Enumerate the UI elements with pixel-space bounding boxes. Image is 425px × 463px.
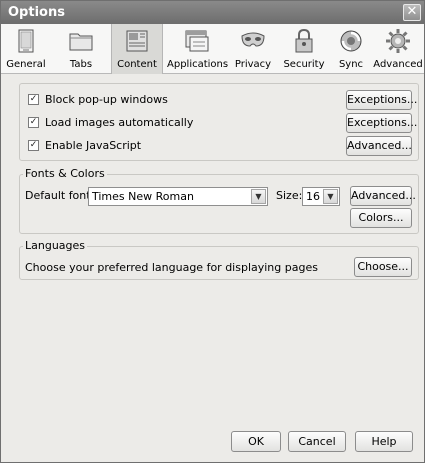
help-button[interactable]: Help	[355, 431, 413, 452]
load-images-checkbox[interactable]: ✓	[28, 117, 39, 128]
default-font-label: Default font:	[25, 189, 95, 202]
ok-button[interactable]: OK	[231, 431, 281, 452]
chevron-down-icon: ▼	[251, 189, 266, 204]
window-title: Options	[8, 5, 65, 20]
load-images-label: Load images automatically	[45, 116, 194, 129]
default-font-value: Times New Roman	[92, 190, 194, 203]
fonts-colors-caption: Fonts & Colors	[23, 167, 107, 180]
privacy-icon	[241, 32, 265, 47]
languages-caption: Languages	[23, 239, 88, 252]
languages-group: Languages Choose your preferred language…	[19, 239, 419, 280]
general-icon	[18, 29, 34, 53]
tab-sync-label: Sync	[338, 59, 364, 70]
tab-privacy[interactable]: Privacy	[231, 24, 275, 74]
font-size-value: 16	[306, 190, 320, 203]
tab-privacy-label: Privacy	[234, 59, 272, 70]
tab-advanced-label: Advanced	[373, 59, 423, 70]
languages-description: Choose your preferred language for displ…	[25, 261, 318, 274]
tab-applications[interactable]: Applications	[167, 24, 229, 74]
title-bar: Options ✕	[1, 1, 424, 24]
enable-javascript-checkbox[interactable]: ✓	[28, 140, 39, 151]
chevron-down-icon: ▼	[323, 189, 338, 204]
tab-advanced[interactable]: Advanced	[373, 24, 423, 74]
tab-content-label: Content	[117, 59, 157, 70]
content-icon	[126, 30, 148, 52]
colors-button[interactable]: Colors...	[350, 208, 412, 228]
tab-general[interactable]: General	[3, 24, 49, 74]
security-icon	[295, 28, 313, 53]
size-label: Size:	[276, 189, 303, 202]
options-window: Options ✕ General Tabs Content Applicati…	[0, 0, 425, 463]
block-popups-checkbox[interactable]: ✓	[28, 94, 39, 105]
options-toolbar: General Tabs Content Applications Privac…	[1, 24, 424, 74]
font-size-select[interactable]: 16 ▼	[302, 187, 340, 206]
tab-applications-label: Applications	[167, 59, 229, 70]
content-options-group: ✓ Block pop-up windows Exceptions... ✓ L…	[19, 83, 419, 161]
close-button[interactable]: ✕	[403, 4, 421, 21]
javascript-advanced-button[interactable]: Advanced...	[346, 136, 412, 156]
block-popups-label: Block pop-up windows	[45, 93, 168, 106]
advanced-icon	[386, 29, 410, 53]
tab-content[interactable]: Content	[111, 24, 163, 74]
popup-exceptions-button[interactable]: Exceptions...	[346, 90, 417, 110]
tab-tabs[interactable]: Tabs	[61, 24, 101, 74]
tab-tabs-label: Tabs	[69, 59, 93, 70]
tab-general-label: General	[6, 59, 46, 70]
fonts-colors-group: Fonts & Colors Default font: Times New R…	[19, 167, 419, 234]
applications-icon	[185, 30, 209, 52]
tabs-icon	[69, 33, 93, 51]
tab-security[interactable]: Security	[279, 24, 329, 74]
fonts-advanced-button[interactable]: Advanced...	[350, 186, 416, 206]
tab-security-label: Security	[283, 59, 325, 70]
default-font-select[interactable]: Times New Roman ▼	[88, 187, 268, 206]
enable-javascript-label: Enable JavaScript	[45, 139, 142, 152]
cancel-button[interactable]: Cancel	[288, 431, 346, 452]
close-icon: ✕	[406, 4, 418, 19]
images-exceptions-button[interactable]: Exceptions...	[346, 113, 417, 133]
sync-icon	[340, 30, 362, 52]
choose-language-button[interactable]: Choose...	[354, 257, 412, 277]
tab-sync[interactable]: Sync	[333, 24, 369, 74]
